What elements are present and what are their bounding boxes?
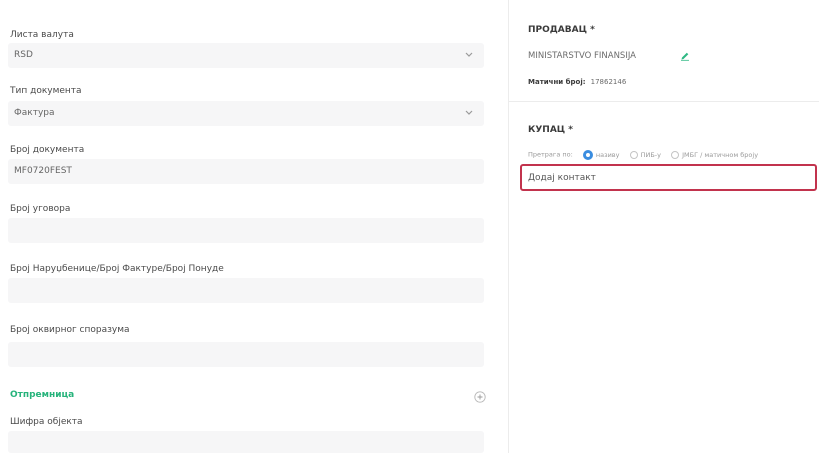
seller-label: ПРОДАВАЦ * (528, 25, 595, 35)
doc-number-value: MF0720FEST (14, 166, 72, 176)
search-by-label: Претрага по: (528, 150, 573, 159)
object-code-label: Шифра објекта (10, 417, 83, 427)
doc-type-value: Фактура (14, 108, 55, 118)
radio-label-jmbg: ЈМБГ / матичном броју (682, 150, 759, 159)
edit-pencil-icon[interactable] (680, 51, 690, 61)
seller-reg-label: Матични број: (528, 78, 586, 86)
radio-circle (671, 150, 680, 159)
dispatch-section-title: Отпремница (10, 390, 75, 400)
framework-number-input[interactable] (8, 342, 484, 367)
radio-by-name[interactable]: називу (582, 149, 620, 160)
doc-number-input[interactable]: MF0720FEST (8, 159, 484, 184)
seller-reg-value: 17862146 (590, 78, 627, 86)
seller-reg-row: Матични број: 17862146 (528, 69, 626, 88)
contract-number-label: Број уговора (10, 204, 71, 214)
parties-right-panel: ПРОДАВАЦ * MINISTARSTVO FINANSIJA Матичн… (509, 0, 819, 453)
add-contact-placeholder: Додај контакт (528, 173, 596, 183)
radio-circle-selected (582, 149, 593, 160)
currency-label: Листа валута (10, 30, 74, 40)
doc-number-label: Број документа (10, 145, 85, 155)
section-divider (509, 101, 819, 102)
order-number-label: Број Наруџбенице/Број Фактуре/Број Понуд… (10, 264, 224, 274)
radio-by-pib[interactable]: ПИБ-у (629, 150, 661, 159)
currency-value: RSD (14, 50, 33, 60)
chevron-down-icon (465, 52, 473, 57)
radio-by-jmbg[interactable]: ЈМБГ / матичном броју (671, 150, 759, 159)
framework-number-label: Број оквирног споразума (10, 325, 130, 335)
seller-name: MINISTARSTVO FINANSIJA (528, 51, 637, 61)
chevron-down-icon (465, 110, 473, 115)
order-number-input[interactable] (8, 278, 484, 303)
object-code-input[interactable] (8, 431, 484, 453)
doc-type-select[interactable]: Фактура (8, 101, 484, 126)
add-contact-input[interactable]: Додај контакт (520, 164, 817, 191)
radio-circle (629, 150, 638, 159)
doc-type-label: Тип документа (10, 86, 82, 96)
add-dispatch-plus-icon[interactable] (474, 391, 486, 403)
buyer-search-options: Претрага по: називу ПИБ-у ЈМБГ / матично… (528, 144, 759, 160)
radio-label-pib: ПИБ-у (640, 150, 661, 159)
currency-select[interactable]: RSD (8, 43, 484, 68)
contract-number-input[interactable] (8, 218, 484, 243)
buyer-label: КУПАЦ * (528, 125, 573, 135)
invoice-form-left-panel: Листа валута RSD Тип документа Фактура Б… (0, 0, 505, 453)
radio-label-name: називу (595, 150, 620, 159)
